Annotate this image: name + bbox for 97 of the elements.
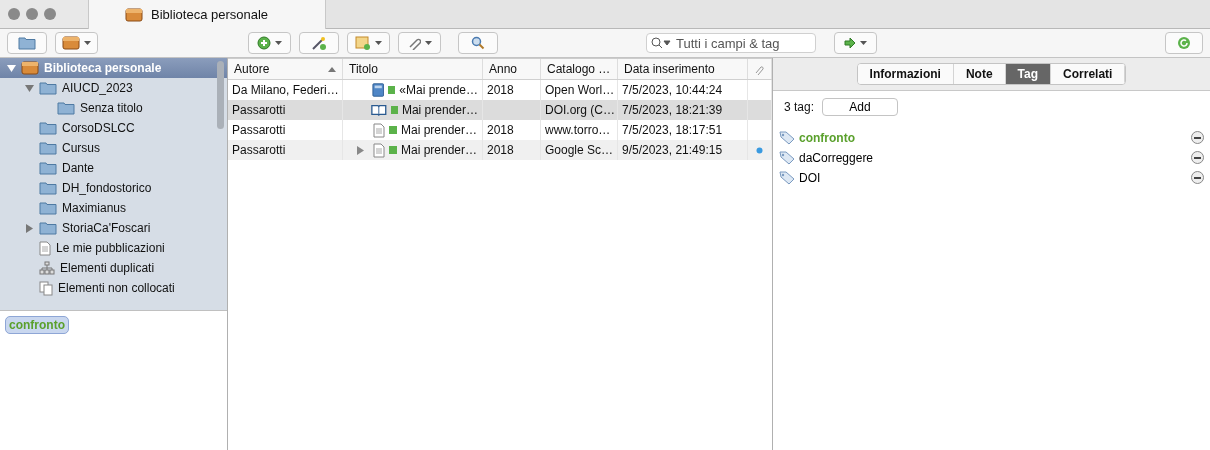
sidebar-item[interactable]: Cursus bbox=[0, 138, 227, 158]
table-cell: Google Sc… bbox=[541, 140, 618, 160]
table-cell: 9/5/2023, 21:49:15 bbox=[618, 140, 748, 160]
paperclip-icon bbox=[407, 36, 421, 50]
table-cell: «Mai prende… bbox=[399, 83, 478, 97]
table-cell: Mai prender… bbox=[401, 103, 478, 117]
caret-icon bbox=[860, 41, 867, 45]
new-collection-button[interactable] bbox=[7, 32, 47, 54]
search-field[interactable]: Tutti i campi & tag bbox=[646, 33, 816, 53]
library-box-icon bbox=[21, 61, 39, 75]
pane-tab[interactable]: Tag bbox=[1005, 64, 1052, 84]
table-cell: Mai prender… bbox=[401, 123, 478, 137]
remove-tag-button[interactable] bbox=[1191, 131, 1204, 144]
folder-icon bbox=[39, 81, 57, 95]
status-square-icon bbox=[389, 126, 397, 134]
document-icon bbox=[373, 122, 385, 138]
sync-button[interactable] bbox=[1165, 32, 1203, 54]
locate-button[interactable] bbox=[834, 32, 877, 54]
tag-label[interactable]: DOI bbox=[799, 170, 1187, 185]
remove-tag-button[interactable] bbox=[1191, 151, 1204, 164]
sidebar-item[interactable]: AIUCD_2023 bbox=[0, 78, 227, 98]
folder-icon bbox=[39, 161, 57, 175]
expand-arrow-icon[interactable] bbox=[357, 145, 364, 155]
sidebar-item[interactable]: Elementi duplicati bbox=[0, 258, 227, 278]
folder-icon bbox=[39, 181, 57, 195]
status-square-icon bbox=[389, 146, 397, 154]
pane-tab[interactable]: Informazioni bbox=[857, 64, 954, 84]
document-icon bbox=[39, 240, 51, 256]
tag-label[interactable]: daCorreggere bbox=[799, 150, 1187, 165]
table-cell: Passarotti bbox=[228, 140, 343, 160]
minus-icon bbox=[1194, 136, 1201, 139]
sidebar-item[interactable]: CorsoDSLCC bbox=[0, 118, 227, 138]
tag-icon bbox=[779, 130, 795, 145]
folder-icon bbox=[39, 221, 57, 235]
pane-tab[interactable]: Correlati bbox=[1051, 64, 1126, 84]
folder-icon bbox=[39, 141, 57, 155]
magnifier-icon bbox=[471, 36, 485, 50]
folder-icon bbox=[57, 101, 75, 115]
expanded-arrow-icon[interactable] bbox=[24, 83, 34, 93]
minus-icon bbox=[1194, 156, 1201, 159]
minus-icon bbox=[1194, 176, 1201, 179]
caret-icon bbox=[375, 41, 382, 45]
document-icon bbox=[373, 142, 385, 158]
column-header[interactable]: Data inserimento bbox=[618, 59, 748, 79]
plus-circle-icon bbox=[257, 36, 271, 50]
table-cell: 2018 bbox=[483, 140, 541, 160]
sidebar-item[interactable]: DH_fondostorico bbox=[0, 178, 227, 198]
table-cell: Mai prender… bbox=[401, 143, 478, 157]
collapsed-arrow-icon[interactable] bbox=[24, 223, 34, 233]
caret-icon bbox=[275, 41, 282, 45]
sidebar-item[interactable]: Dante bbox=[0, 158, 227, 178]
table-row[interactable]: Passarotti Mai prender… 2018 Google Sc… 9/5/2023, 21:49:15 bbox=[228, 140, 772, 160]
sort-ascending-icon bbox=[328, 66, 336, 72]
sidebar-item[interactable]: StoriaCa'Foscari bbox=[0, 218, 227, 238]
sidebar-item[interactable]: Maximianus bbox=[0, 198, 227, 218]
caret-icon bbox=[425, 41, 432, 45]
note-icon bbox=[355, 35, 371, 51]
caret-icon bbox=[84, 41, 91, 45]
new-folder-icon bbox=[18, 36, 36, 50]
column-header[interactable]: Catalogo … bbox=[541, 59, 618, 79]
table-row[interactable]: Passarotti Mai prender… DOI.org (C… 7/5/2023, 18:21:39 bbox=[228, 100, 772, 120]
search-button[interactable] bbox=[458, 32, 498, 54]
tag-icon bbox=[779, 170, 795, 185]
sidebar-item[interactable]: Elementi non collocati bbox=[0, 278, 227, 298]
right-arrow-icon bbox=[844, 38, 856, 48]
new-note-button[interactable] bbox=[347, 32, 390, 54]
magic-wand-icon bbox=[311, 35, 327, 51]
library-box-icon bbox=[62, 36, 80, 50]
attachment-button[interactable] bbox=[398, 32, 441, 54]
minimize-button[interactable] bbox=[26, 8, 38, 20]
scrollbar[interactable] bbox=[217, 61, 224, 129]
close-button[interactable] bbox=[8, 8, 20, 20]
expanded-arrow-icon[interactable] bbox=[6, 63, 16, 73]
sync-icon bbox=[1177, 36, 1191, 50]
pages-icon bbox=[39, 280, 53, 296]
add-button[interactable]: Add bbox=[822, 98, 899, 116]
new-library-button[interactable] bbox=[55, 32, 98, 54]
zoom-button[interactable] bbox=[44, 8, 56, 20]
hierarchy-icon bbox=[39, 261, 55, 275]
library-box-icon bbox=[125, 7, 143, 22]
folder-icon bbox=[39, 121, 57, 135]
tag-count: 3 tag: bbox=[784, 100, 815, 114]
pane-tab[interactable]: Note bbox=[953, 64, 1006, 84]
tag-icon bbox=[779, 150, 795, 165]
remove-tag-button[interactable] bbox=[1191, 171, 1204, 184]
book-icon bbox=[371, 82, 385, 98]
window-tab[interactable]: Biblioteca personale bbox=[88, 0, 326, 29]
paperclip-icon bbox=[754, 63, 764, 75]
column-header[interactable]: Titolo bbox=[343, 59, 483, 79]
column-header[interactable]: Autore bbox=[228, 59, 343, 79]
sidebar-item[interactable]: Senza titolo bbox=[0, 98, 227, 118]
folder-icon bbox=[39, 201, 57, 215]
new-item-button[interactable] bbox=[248, 32, 291, 54]
sidebar-item[interactable]: Le mie pubblicazioni bbox=[0, 238, 227, 258]
column-header[interactable]: Anno bbox=[483, 59, 541, 79]
open-book-icon bbox=[371, 103, 387, 117]
magic-wand-button[interactable] bbox=[299, 32, 339, 54]
